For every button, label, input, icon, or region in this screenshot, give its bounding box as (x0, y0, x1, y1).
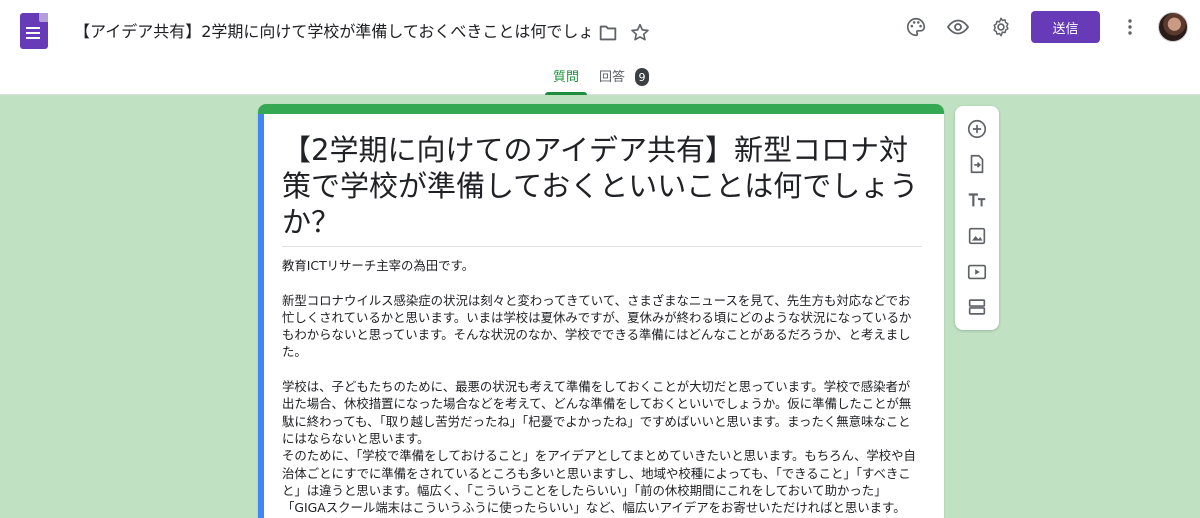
add-section-icon[interactable] (965, 295, 989, 319)
import-questions-icon[interactable] (965, 152, 989, 176)
add-question-icon[interactable] (965, 117, 989, 141)
add-title-icon[interactable] (965, 188, 989, 212)
star-icon[interactable] (628, 21, 652, 45)
add-video-icon[interactable] (965, 260, 989, 284)
palette-icon[interactable] (904, 15, 928, 39)
description-paragraph: そのために、「学校で準備をしておけること」をアイデアとしてまとめていきたいと思い… (282, 448, 916, 516)
document-title[interactable]: 【アイデア共有】2学期に向けて学校が準備しておくべきことは何でしょ (74, 19, 590, 45)
folder-icon[interactable] (596, 21, 620, 45)
app-header: 【アイデア共有】2学期に向けて学校が準備しておくべきことは何でしょ 送信 質問 … (0, 0, 1200, 95)
tab-responses-label: 回答 (599, 70, 626, 85)
gear-icon[interactable] (989, 15, 1013, 39)
form-tabs: 質問 回答 9 (0, 62, 1200, 95)
description-paragraph (282, 274, 922, 291)
tab-questions-label: 質問 (552, 70, 579, 85)
avatar[interactable] (1158, 12, 1188, 42)
card-focus-indicator (258, 114, 264, 518)
side-toolbar (955, 106, 999, 330)
tab-questions[interactable]: 質問 (545, 66, 587, 95)
responses-count-badge: 9 (635, 68, 649, 86)
add-image-icon[interactable] (965, 224, 989, 248)
form-description[interactable]: 教育ICTリサーチ主宰の為田です。 新型コロナウイルス感染症の状況は刻々と変わっ… (282, 257, 922, 516)
more-vert-icon[interactable] (1118, 15, 1142, 39)
form-header-card[interactable]: 【2学期に向けてのアイデア共有】新型コロナ対策で学校が準備しておくといいことは何… (258, 104, 944, 518)
card-top-accent (258, 104, 944, 114)
description-paragraph (282, 361, 922, 378)
form-title[interactable]: 【2学期に向けてのアイデア共有】新型コロナ対策で学校が準備しておくといいことは何… (282, 132, 922, 240)
description-paragraph: 学校は、子どもたちのために、最悪の状況も考えて準備をしておくことが大切だと思って… (282, 379, 912, 446)
tab-responses[interactable]: 回答 (599, 66, 625, 85)
eye-icon[interactable] (946, 15, 970, 39)
description-paragraph: 新型コロナウイルス感染症の状況は刻々と変わってきていて、さまざまなニュースを見て… (282, 292, 912, 360)
description-paragraph: 教育ICTリサーチ主宰の為田です。 (282, 258, 475, 273)
title-underline (282, 246, 922, 247)
send-button[interactable]: 送信 (1031, 11, 1100, 43)
active-tab-indicator (545, 92, 587, 95)
forms-logo-icon[interactable] (20, 13, 48, 49)
